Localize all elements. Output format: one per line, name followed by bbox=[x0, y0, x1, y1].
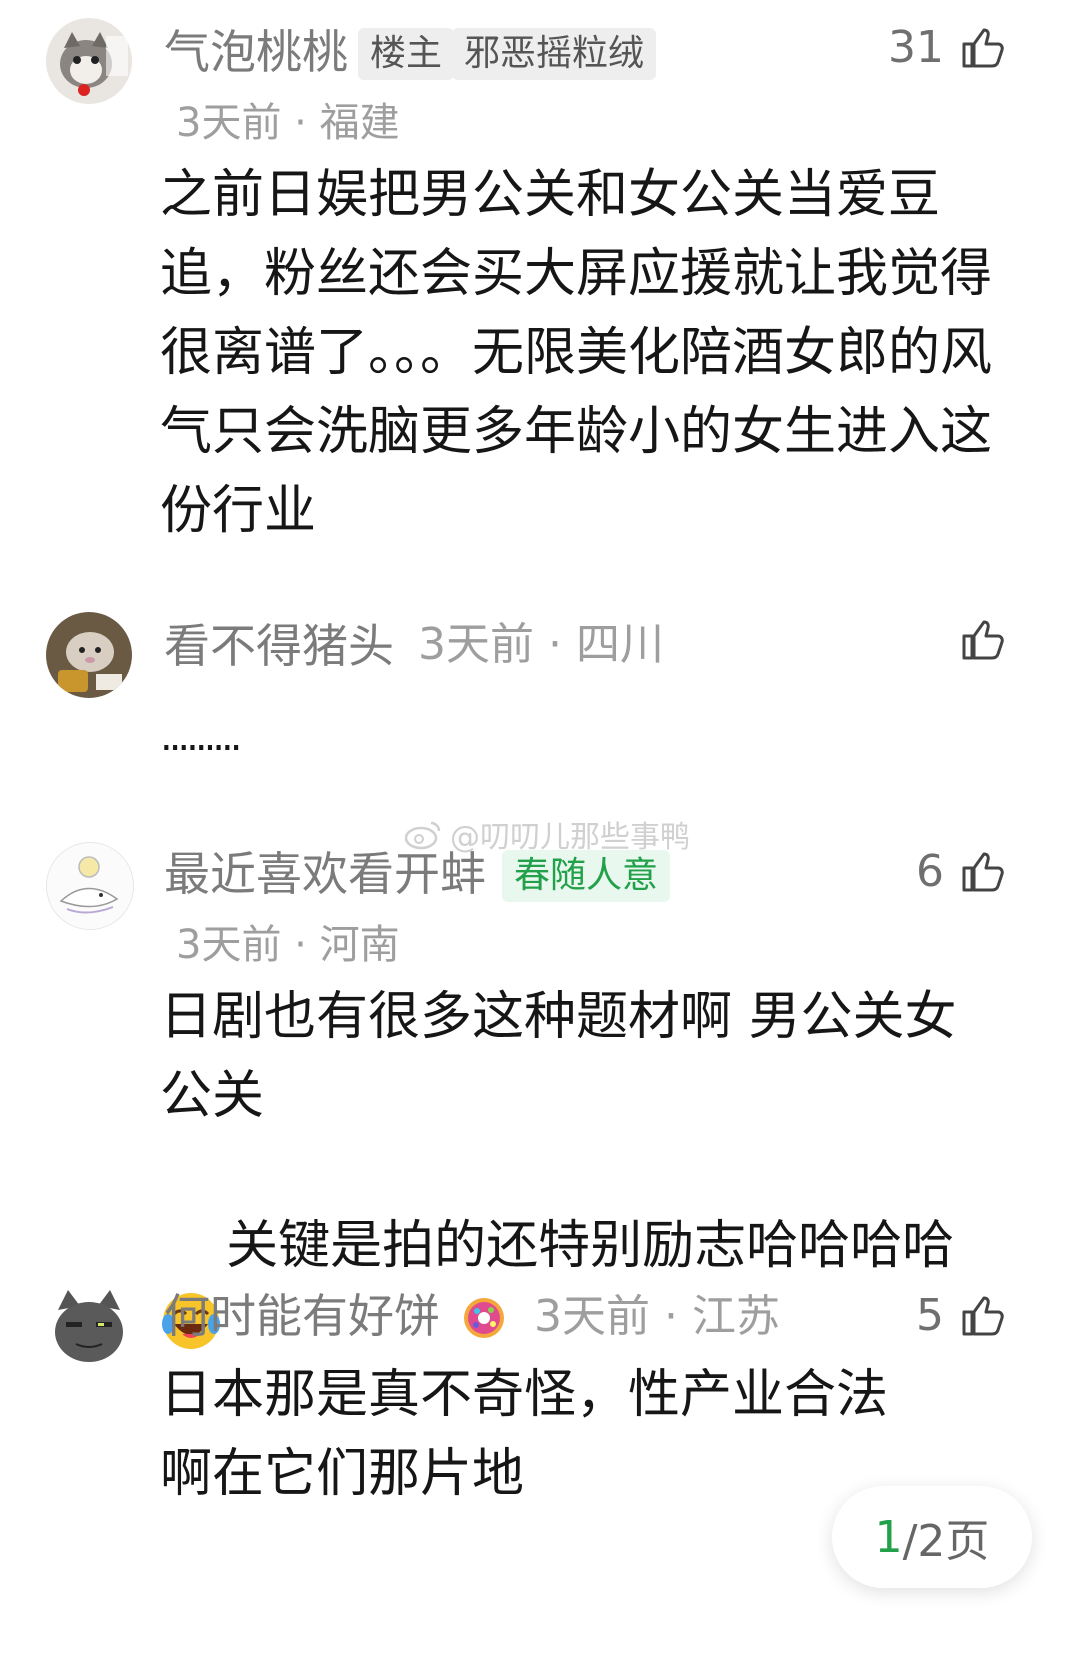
total-pages: /2页 bbox=[902, 1516, 990, 1567]
comment-text: ......... bbox=[160, 714, 242, 760]
thumbs-up-icon bbox=[962, 28, 1004, 68]
like-count: 6 bbox=[916, 846, 944, 897]
comment-text: 日剧也有很多这种题材啊 男公关女公关 bbox=[160, 987, 957, 1126]
comment-text-continued: 关键是拍的还特别励志哈哈哈哈 bbox=[226, 1216, 955, 1276]
time-location: 3天前 · 江苏 bbox=[534, 1291, 780, 1342]
like-button[interactable]: 5 bbox=[916, 1290, 1006, 1342]
like-button[interactable] bbox=[944, 616, 1006, 664]
like-count: 31 bbox=[888, 22, 944, 73]
username[interactable]: 何时能有好饼 bbox=[164, 1288, 440, 1344]
thumbs-up-icon bbox=[962, 620, 1004, 660]
like-button[interactable]: 31 bbox=[888, 22, 1006, 74]
like-button[interactable]: 6 bbox=[916, 846, 1006, 898]
like-count: 5 bbox=[916, 1290, 944, 1341]
username[interactable]: 最近喜欢看开蚌 bbox=[164, 846, 486, 902]
sketch-avatar-icon[interactable] bbox=[46, 842, 134, 930]
user-title-tag: 邪恶摇粒绒 bbox=[452, 28, 657, 80]
thumbs-up-icon bbox=[962, 852, 1004, 892]
comment-text: 之前日娱把男公关和女公关当爱豆追，粉丝还会买大屏应援就让我觉得很离谱了。。。无限… bbox=[160, 165, 993, 541]
gray-cat-avatar-icon[interactable] bbox=[46, 1282, 132, 1368]
current-page: 1 bbox=[874, 1511, 903, 1563]
hamster-avatar-icon[interactable] bbox=[46, 612, 132, 698]
user-title-tag: 春随人意 bbox=[502, 850, 671, 902]
time-location: 3天前 · 福建 bbox=[176, 100, 400, 146]
username[interactable]: 气泡桃桃 bbox=[164, 24, 348, 80]
cat-avatar-icon[interactable] bbox=[46, 18, 132, 104]
comment-text: 日本那是真不奇怪，性产业合法啊在它们那片地 bbox=[160, 1365, 889, 1504]
op-tag: 楼主 bbox=[358, 28, 455, 80]
time-location: 3天前 · 河南 bbox=[176, 922, 400, 968]
page-indicator-button[interactable]: 1/2页 bbox=[832, 1486, 1032, 1588]
thumbs-up-icon bbox=[962, 1296, 1004, 1336]
colorful-donut-badge-icon bbox=[464, 1298, 504, 1338]
time-location: 3天前 · 四川 bbox=[418, 619, 664, 670]
username[interactable]: 看不得猪头 bbox=[164, 618, 394, 674]
